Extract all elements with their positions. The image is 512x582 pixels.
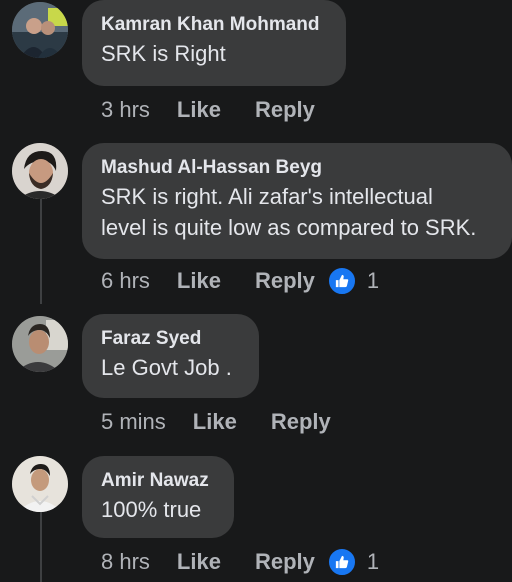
comment-text-line: SRK is right. Ali zafar's intellectual <box>101 184 433 209</box>
thumbs-up-icon <box>326 547 357 577</box>
profile-photo-icon <box>12 456 68 512</box>
reaction-summary[interactable]: 1 <box>326 547 380 577</box>
comment-timestamp[interactable]: 3 hrs <box>101 97 150 123</box>
reaction-summary[interactable]: 1 <box>326 266 380 296</box>
comment-text: 100% true <box>101 497 202 522</box>
profile-photo-icon <box>12 2 68 58</box>
comment-bubble: Amir Nawaz 100% true <box>82 456 234 538</box>
comment-timestamp[interactable]: 6 hrs <box>101 268 150 294</box>
like-button[interactable]: Like <box>177 97 221 123</box>
avatar[interactable] <box>12 143 68 199</box>
comment-author[interactable]: Faraz Syed <box>101 326 239 352</box>
avatar[interactable] <box>12 2 68 58</box>
comment-author[interactable]: Kamran Khan Mohmand <box>101 12 326 38</box>
thread-line <box>40 192 42 304</box>
comment-bubble: Mashud Al-Hassan Beyg SRK is right. Ali … <box>82 143 512 259</box>
reply-button[interactable]: Reply <box>255 549 315 575</box>
avatar[interactable] <box>12 456 68 512</box>
comment-bubble: Faraz Syed Le Govt Job . <box>82 314 259 398</box>
reaction-count: 1 <box>366 268 380 293</box>
reply-button[interactable]: Reply <box>255 268 315 294</box>
like-button[interactable]: Like <box>193 409 237 435</box>
comment-timestamp[interactable]: 5 mins <box>101 409 166 435</box>
comment-actions: 6 hrs Like Reply 1 <box>101 266 379 296</box>
like-button[interactable]: Like <box>177 268 221 294</box>
comment-text: SRK is Right <box>101 41 226 66</box>
comment-timestamp[interactable]: 8 hrs <box>101 549 150 575</box>
profile-photo-icon <box>12 143 68 199</box>
thumbs-up-icon <box>326 266 357 296</box>
comment-actions: 3 hrs Like Reply <box>101 95 315 125</box>
reaction-count: 1 <box>366 549 380 574</box>
like-button[interactable]: Like <box>177 549 221 575</box>
comment-actions: 5 mins Like Reply <box>101 407 331 437</box>
comment-author[interactable]: Mashud Al-Hassan Beyg <box>101 155 492 181</box>
comment-text-line: level is quite low as compared to SRK. <box>101 215 477 240</box>
profile-photo-icon <box>12 316 68 372</box>
reply-button[interactable]: Reply <box>255 97 315 123</box>
comment-author[interactable]: Amir Nawaz <box>101 468 214 494</box>
reply-button[interactable]: Reply <box>271 409 331 435</box>
comment-bubble: Kamran Khan Mohmand SRK is Right <box>82 0 346 86</box>
comment-text: Le Govt Job . <box>101 355 232 380</box>
comment-actions: 8 hrs Like Reply 1 <box>101 547 379 577</box>
avatar[interactable] <box>12 316 68 372</box>
